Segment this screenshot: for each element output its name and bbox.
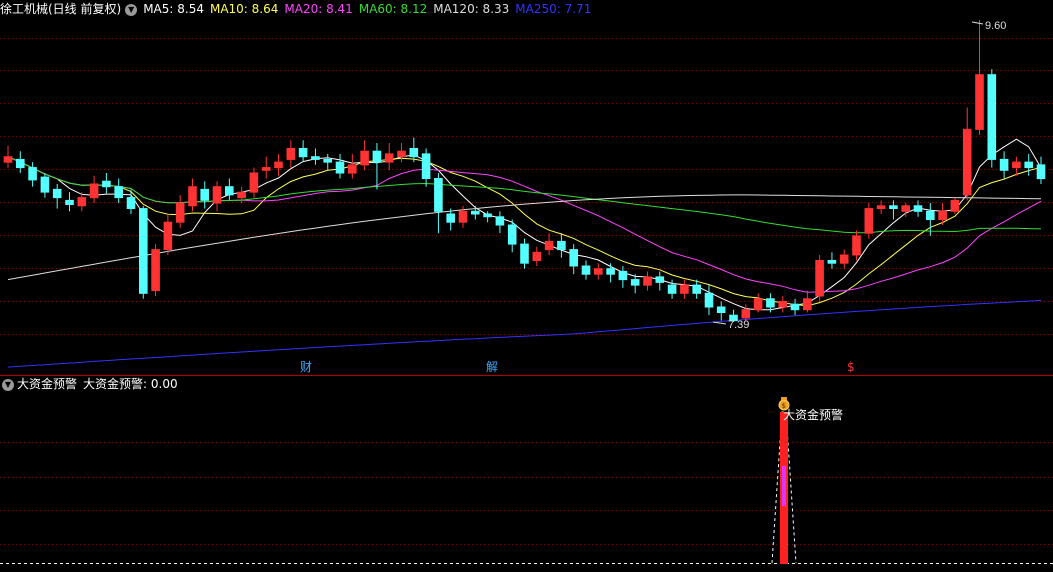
candle[interactable] — [532, 246, 542, 266]
chart-canvas: 9.60 7.39 财 解 $ $ 大资金预警 — [0, 20, 1053, 564]
candle[interactable] — [274, 153, 283, 176]
candle[interactable] — [606, 263, 615, 283]
high-pointer — [971, 21, 984, 25]
candle[interactable] — [114, 178, 124, 204]
candle[interactable] — [52, 183, 62, 209]
candle[interactable] — [298, 140, 308, 163]
candle[interactable] — [16, 151, 25, 174]
signal-label: 大资金预警 — [783, 407, 843, 422]
low-price-label: 7.39 — [728, 319, 749, 331]
candle[interactable] — [864, 203, 874, 239]
candle[interactable] — [421, 148, 431, 187]
candle[interactable] — [175, 194, 185, 228]
candle[interactable] — [1012, 156, 1021, 176]
chevron-down-icon[interactable]: ▼ — [125, 3, 138, 16]
candle[interactable] — [803, 290, 812, 313]
event-markers: 财 解 $ — [300, 360, 855, 374]
candle[interactable] — [876, 200, 886, 215]
indicator-panel — [0, 411, 1053, 564]
candle[interactable] — [581, 260, 591, 280]
indicator-title[interactable]: 大资金预警 — [17, 377, 77, 391]
candle[interactable] — [434, 173, 443, 234]
candle[interactable] — [569, 244, 579, 275]
candle[interactable] — [680, 279, 689, 299]
candle[interactable] — [655, 271, 665, 291]
candle[interactable] — [495, 211, 505, 234]
marker-dollar[interactable]: $ — [847, 360, 855, 374]
main-chart-header: 徐工机械(日线 前复权) ▼ MA5: 8.54 MA10: 8.64 MA20: 8.… — [0, 0, 597, 18]
ma20-line — [7, 156, 1042, 293]
candle[interactable] — [397, 142, 406, 163]
candle[interactable] — [261, 156, 271, 179]
candle[interactable] — [557, 233, 566, 258]
candle[interactable] — [139, 205, 148, 299]
ma10-label: MA10: 8.64 — [209, 2, 279, 16]
marker-finance[interactable]: 财 — [300, 360, 312, 374]
candle[interactable] — [630, 274, 640, 294]
candle[interactable] — [348, 153, 357, 179]
ma5-label: MA5: 8.54 — [143, 2, 204, 16]
candle[interactable] — [987, 69, 997, 168]
candle[interactable] — [753, 293, 763, 313]
ma5-line — [7, 138, 1042, 311]
low-pointer — [712, 321, 727, 325]
candle[interactable] — [839, 249, 849, 269]
candle[interactable] — [3, 145, 13, 168]
candle[interactable] — [778, 296, 788, 313]
candle[interactable] — [40, 173, 50, 198]
candle[interactable] — [950, 197, 960, 215]
candle[interactable] — [151, 244, 160, 297]
candle[interactable] — [827, 252, 837, 269]
candle[interactable] — [384, 142, 394, 171]
signal-bar-core — [782, 466, 786, 506]
ma20-label: MA20: 8.41 — [284, 2, 353, 16]
candle[interactable] — [1024, 153, 1034, 176]
candle[interactable] — [286, 140, 296, 168]
candle[interactable] — [212, 181, 222, 212]
candle[interactable] — [704, 285, 714, 316]
candle[interactable] — [126, 189, 136, 215]
candle[interactable] — [249, 167, 259, 198]
candle[interactable] — [102, 173, 111, 194]
candle[interactable] — [852, 230, 861, 261]
candle[interactable] — [815, 255, 824, 302]
candle[interactable] — [323, 153, 332, 171]
marker-unlock[interactable]: 解 — [486, 360, 498, 374]
stock-title[interactable]: 徐工机械(日线 前复权) — [0, 2, 121, 16]
candle[interactable] — [89, 175, 99, 204]
ma250-line — [7, 299, 1042, 368]
ma60-label: MA60: 8.12 — [358, 2, 428, 16]
candle[interactable] — [163, 214, 173, 256]
candle[interactable] — [889, 200, 898, 220]
candlestick-series[interactable] — [3, 20, 1046, 322]
price-annotations: 9.60 7.39 — [712, 20, 1006, 331]
ma60-line — [7, 156, 1042, 234]
candle[interactable] — [618, 265, 628, 288]
candle[interactable] — [28, 162, 37, 187]
high-price-label: 9.60 — [985, 20, 1006, 32]
candle[interactable] — [544, 233, 554, 256]
candle[interactable] — [520, 238, 529, 269]
candle[interactable] — [716, 301, 726, 321]
candle[interactable] — [372, 142, 382, 190]
signal-annotation: $ 大资金预警 — [778, 397, 843, 422]
candle[interactable] — [200, 181, 209, 209]
candle[interactable] — [335, 153, 345, 179]
candle[interactable] — [188, 178, 197, 212]
indicator-value: 大资金预警: 0.00 — [83, 377, 178, 391]
chevron-down-icon[interactable]: ▼ — [2, 378, 14, 391]
ma250-label: MA250: 7.71 — [515, 2, 592, 16]
candle[interactable] — [1036, 156, 1046, 184]
candle[interactable] — [594, 263, 603, 280]
candle[interactable] — [999, 151, 1009, 179]
indicator-header: ▼ 大资金预警 大资金预警: 0.00 — [0, 375, 184, 393]
candle[interactable] — [643, 271, 652, 291]
candle[interactable] — [975, 20, 984, 135]
candle[interactable] — [65, 192, 74, 212]
candle[interactable] — [962, 107, 972, 201]
ma120-label: MA120: 8.33 — [433, 2, 510, 16]
candle[interactable] — [225, 178, 234, 201]
candle[interactable] — [311, 148, 320, 165]
candle[interactable] — [360, 140, 369, 171]
